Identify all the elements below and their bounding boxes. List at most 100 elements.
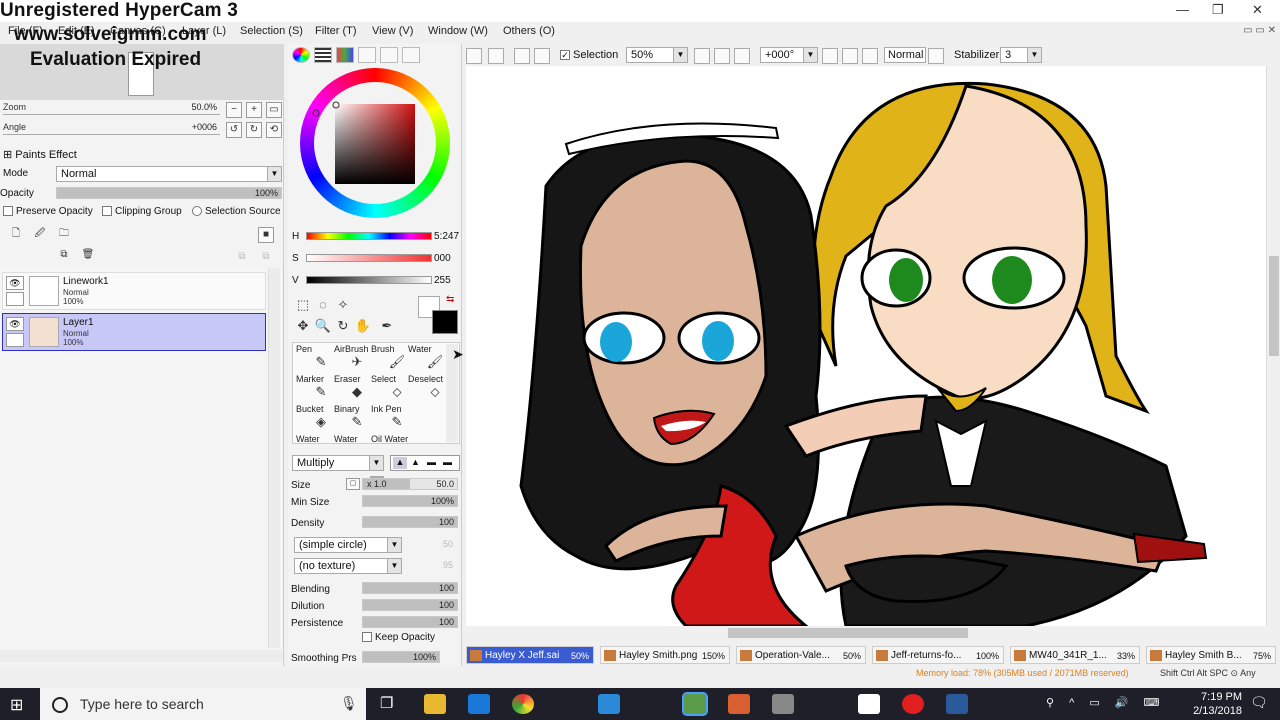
brush-shape-select[interactable]: (simple circle) ▼ xyxy=(294,537,402,553)
taskbar-clock[interactable]: 7:19 PM 2/13/2018 xyxy=(1193,690,1242,718)
brush-water-2[interactable]: Water xyxy=(296,434,320,444)
min-size-slider[interactable]: 100% xyxy=(362,495,458,507)
swatch-tab[interactable] xyxy=(336,47,354,63)
mail-icon[interactable] xyxy=(858,694,880,714)
menu-others[interactable]: Others (O) xyxy=(503,25,555,37)
canvas-vscroll[interactable] xyxy=(1266,66,1280,626)
shape-tip-icon[interactable]: ▲ xyxy=(393,457,407,469)
zoom-out-button[interactable]: − xyxy=(226,102,242,118)
paint-tool-sai-icon[interactable] xyxy=(682,692,708,716)
hand-icon[interactable]: ✋ xyxy=(354,317,372,335)
layer-mask-icon[interactable]: ■ xyxy=(258,227,274,243)
doc-tab-active[interactable]: Hayley X Jeff.sai 50% xyxy=(466,646,594,664)
doc-tab[interactable]: Hayley Smith B... 75% xyxy=(1146,646,1276,664)
eye-icon[interactable]: 👁 xyxy=(6,317,24,331)
keep-opacity-checkbox[interactable]: Keep Opacity xyxy=(362,632,435,643)
rotate-reset-button[interactable]: ⟲ xyxy=(266,122,282,138)
brush-water-3[interactable]: Water xyxy=(334,434,358,444)
trash-icon[interactable]: 🗑 xyxy=(80,248,96,264)
menu-selection[interactable]: Selection (S) xyxy=(240,25,303,37)
shape-soft-icon[interactable]: ▬ xyxy=(427,457,436,467)
menu-filter[interactable]: Filter (T) xyxy=(315,25,357,37)
task-view-icon[interactable]: ❐ xyxy=(380,694,393,712)
preserve-opacity-checkbox[interactable]: Preserve Opacity xyxy=(3,206,93,217)
brush-texture-select[interactable]: (no texture) ▼ xyxy=(294,558,402,574)
dilution-slider[interactable]: 100 xyxy=(362,599,458,611)
rotate-cw-icon[interactable] xyxy=(842,48,858,64)
deselect-icon[interactable] xyxy=(514,48,530,64)
size-slider[interactable]: x 1.0 50.0 xyxy=(362,478,458,490)
left-hscroll[interactable] xyxy=(0,650,282,662)
shape-round-icon[interactable]: ▲ xyxy=(411,457,420,467)
eyedropper-icon[interactable]: ✒ xyxy=(378,317,396,335)
zoom-in-button[interactable]: + xyxy=(246,102,262,118)
zoom-in-icon[interactable] xyxy=(714,48,730,64)
grid-tab[interactable] xyxy=(380,47,398,63)
selection-source-radio[interactable]: Selection Source xyxy=(192,206,281,217)
edge-icon[interactable] xyxy=(468,694,490,714)
doc-tab[interactable]: Operation-Vale... 50% xyxy=(736,646,866,664)
eye-icon[interactable]: 👁 xyxy=(6,276,24,290)
canvas-hscroll[interactable] xyxy=(466,626,1266,640)
taskbar-search-input[interactable]: Type here to search xyxy=(40,688,366,720)
menu-window[interactable]: Window (W) xyxy=(428,25,488,37)
rotate-reset-icon[interactable] xyxy=(862,48,878,64)
zoom-out-icon[interactable] xyxy=(694,48,710,64)
invert-selection-icon[interactable] xyxy=(534,48,550,64)
new-layer-icon[interactable]: 🗋 xyxy=(8,227,24,243)
drawing-canvas[interactable] xyxy=(466,66,1266,626)
hypercam-icon[interactable] xyxy=(946,694,968,714)
merge-down-icon[interactable]: ⧉ xyxy=(234,250,250,266)
store-icon[interactable] xyxy=(772,694,794,714)
zoom-select[interactable]: 50% ▼ xyxy=(626,47,688,63)
layer-scrollbar[interactable] xyxy=(268,268,280,648)
microphone-icon[interactable]: 🎙 xyxy=(340,695,358,712)
clear-layer-icon[interactable]: ⧉ xyxy=(258,250,274,266)
brush-shape-buttons[interactable]: ▲ ▲ ▬ ▬ xyxy=(390,455,460,471)
lock-toggle[interactable] xyxy=(6,292,24,306)
zoom-fit-icon[interactable] xyxy=(734,48,750,64)
flip-icon[interactable] xyxy=(928,48,944,64)
blend-mode-box[interactable]: Normal xyxy=(884,47,926,63)
brush-pen[interactable]: Pen xyxy=(296,344,312,354)
move-icon[interactable]: ✥ xyxy=(294,317,312,335)
scratch-tab[interactable] xyxy=(402,47,420,63)
minimize-icon[interactable]: — xyxy=(1176,2,1189,17)
record-icon[interactable] xyxy=(902,694,924,714)
persistence-slider[interactable]: 100 xyxy=(362,616,458,628)
windows-start-icon[interactable]: ⊞ xyxy=(10,695,23,715)
rect-select-icon[interactable]: ⬚ xyxy=(294,296,312,314)
rotation-select[interactable]: +000° ▼ xyxy=(760,47,818,63)
color-wheel[interactable] xyxy=(300,66,452,222)
doc-tab[interactable]: Jeff-returns-fo... 100% xyxy=(872,646,1004,664)
hscroll-thumb[interactable] xyxy=(728,628,968,638)
primary-color-swatch[interactable] xyxy=(432,310,458,334)
redo-icon[interactable] xyxy=(488,48,504,64)
rotate-left-button[interactable]: ↺ xyxy=(226,122,242,138)
size-mult-toggle[interactable]: ▢ xyxy=(346,478,360,490)
lock-toggle[interactable] xyxy=(6,333,24,347)
rgb-slider-tab[interactable] xyxy=(314,47,332,63)
transfer-down-icon[interactable]: ⧉ xyxy=(56,248,72,264)
selection-checkbox[interactable]: ✓ Selection xyxy=(560,49,618,61)
rotate-tool-icon[interactable]: ↻ xyxy=(334,317,352,335)
blending-slider[interactable]: 100 xyxy=(362,582,458,594)
media-player-icon[interactable] xyxy=(598,694,620,714)
close-icon[interactable]: ✕ xyxy=(1252,2,1263,18)
rotate-ccw-icon[interactable] xyxy=(822,48,838,64)
hue-bar[interactable] xyxy=(306,232,432,240)
smoothing-slider[interactable]: 100% xyxy=(362,651,440,663)
zoom-reset-button[interactable]: ▭ xyxy=(266,102,282,118)
vscroll-thumb[interactable] xyxy=(1269,256,1279,356)
shape-flat-icon[interactable]: ▬ xyxy=(443,457,452,467)
new-linework-icon[interactable]: 🖉 xyxy=(32,227,48,243)
clipping-group-checkbox[interactable]: Clipping Group xyxy=(102,206,182,217)
doc-tab[interactable]: MW40_341R_1... 33% xyxy=(1010,646,1140,664)
undo-icon[interactable] xyxy=(466,48,482,64)
magic-wand-icon[interactable]: ✧ xyxy=(334,296,352,314)
doc-tab[interactable]: Hayley Smith.png 150% xyxy=(600,646,730,664)
new-folder-icon[interactable]: 🗀 xyxy=(56,227,72,243)
opacity-slider[interactable]: 100% xyxy=(56,187,282,199)
value-bar[interactable] xyxy=(306,276,432,284)
zoom-tool-icon[interactable]: 🔍 xyxy=(314,317,332,335)
